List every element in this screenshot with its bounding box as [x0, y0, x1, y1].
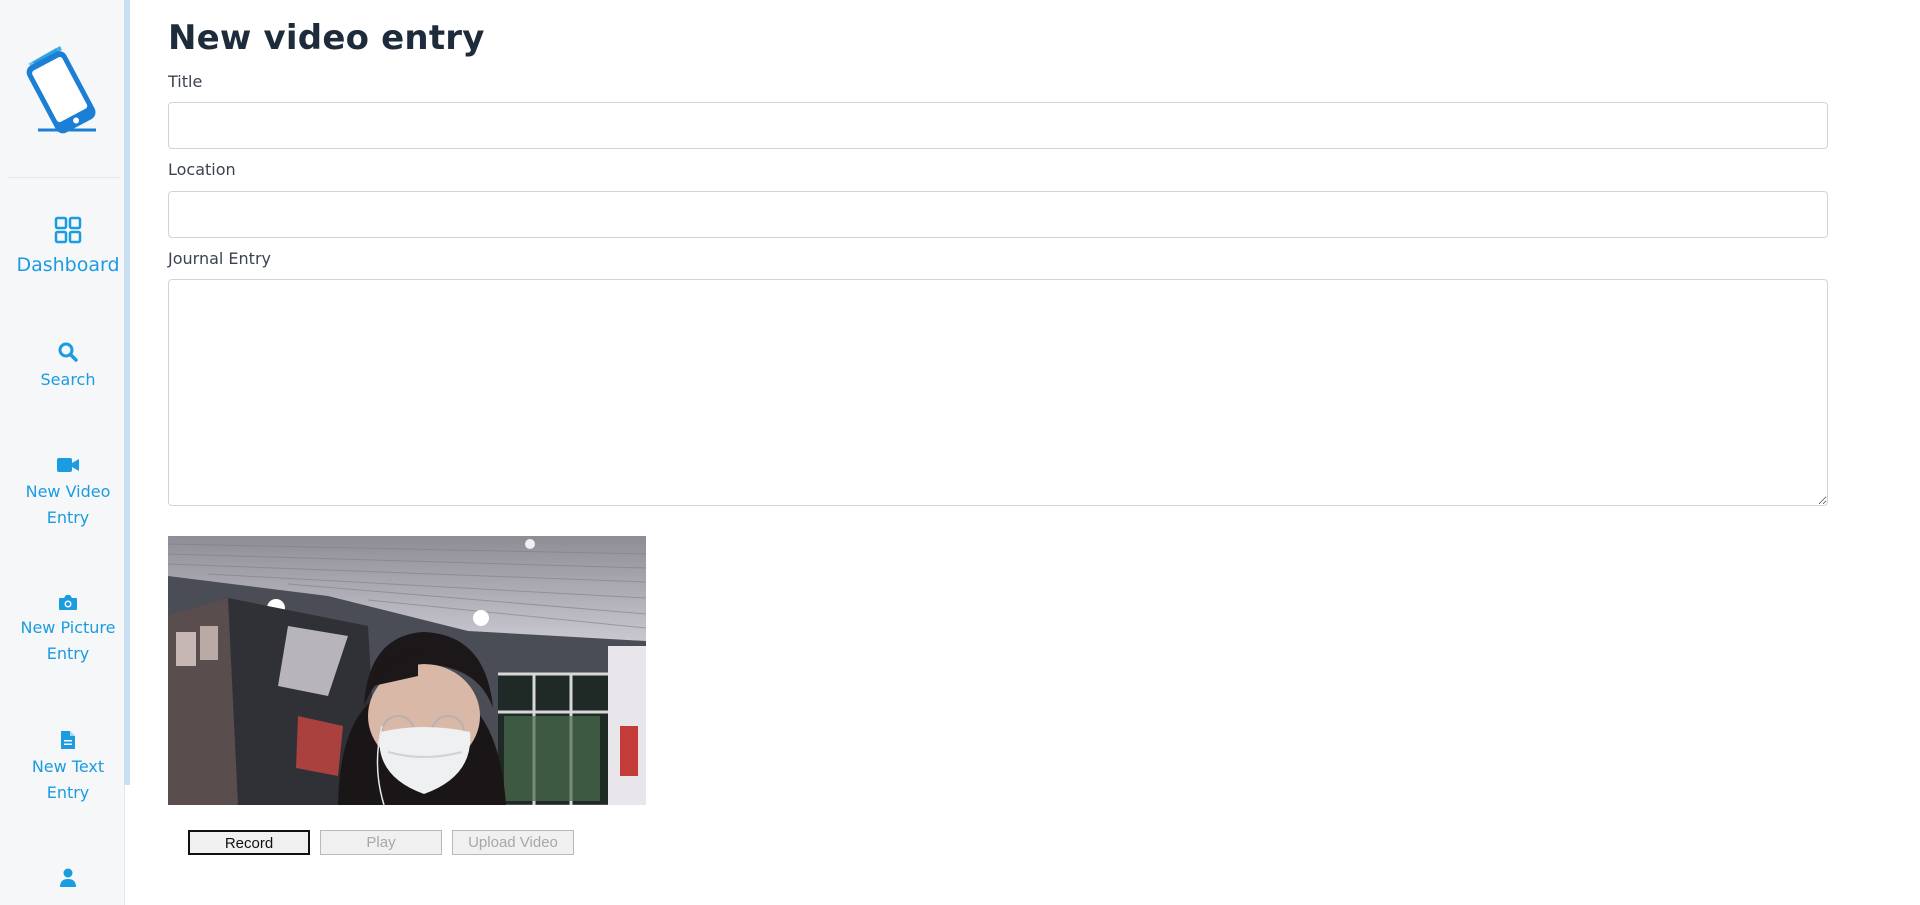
sidebar-item-dashboard[interactable]: Dashboard: [0, 216, 124, 278]
journal-entry-textarea[interactable]: [168, 279, 1828, 506]
sidebar-item-label: Search: [40, 370, 96, 389]
sidebar-item-label: New Picture Entry: [20, 618, 116, 663]
sidebar-divider: [8, 177, 120, 178]
file-icon: [61, 731, 75, 749]
play-button[interactable]: Play: [320, 830, 442, 855]
location-label: Location: [168, 160, 236, 179]
page-title: New video entry: [168, 18, 485, 58]
location-input[interactable]: [168, 191, 1828, 238]
sidebar-item-label: Dashboard: [16, 254, 120, 276]
upload-video-button[interactable]: Upload Video: [452, 830, 574, 855]
camera-icon: [59, 595, 77, 610]
sidebar-item-new-text-entry[interactable]: New Text Entry: [0, 730, 124, 806]
title-input[interactable]: [168, 102, 1828, 149]
sidebar-item-label: New Text Entry: [31, 757, 105, 802]
journal-entry-label: Journal Entry: [168, 249, 271, 268]
sidebar-scrollbar[interactable]: [124, 0, 130, 785]
record-button[interactable]: Record: [188, 830, 310, 855]
title-label: Title: [168, 72, 203, 91]
webcam-video-preview: [168, 536, 646, 805]
sidebar-item-new-video-entry[interactable]: New Video Entry: [0, 455, 124, 531]
video-camera-icon: [57, 458, 79, 472]
sidebar: Dashboard Search New Video Entry New Pic…: [0, 0, 125, 905]
sidebar-item-profile[interactable]: [0, 868, 124, 892]
app-logo[interactable]: [18, 44, 108, 136]
sidebar-item-search[interactable]: Search: [0, 341, 124, 393]
search-icon: [58, 342, 78, 362]
user-icon: [60, 868, 76, 887]
sidebar-item-new-picture-entry[interactable]: New Picture Entry: [0, 593, 124, 667]
grid-icon: [54, 216, 82, 244]
sidebar-item-label: New Video Entry: [25, 482, 111, 527]
